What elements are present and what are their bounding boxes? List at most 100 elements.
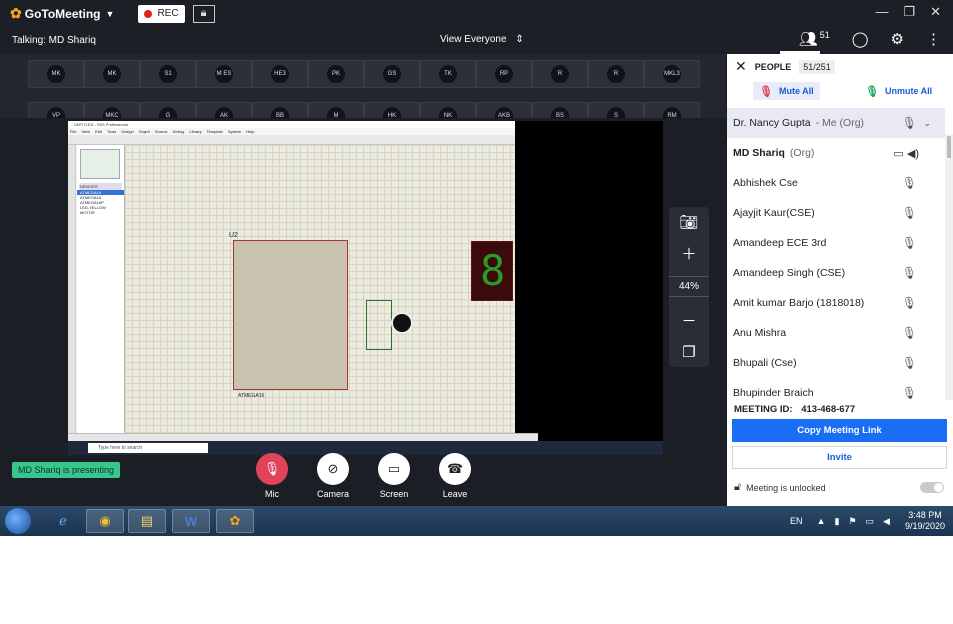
camera-button[interactable]: ⊘ Camera [309, 453, 357, 499]
participant-thumbnail[interactable]: GS [364, 60, 420, 88]
participant-thumbnail[interactable]: RM [644, 102, 700, 118]
language-indicator[interactable]: EN [790, 516, 803, 526]
chrome-icon[interactable]: ◉ [86, 509, 124, 533]
copy-meeting-link-button[interactable]: Copy Meeting Link [732, 419, 947, 442]
participant-thumbnail[interactable]: S1 [140, 60, 196, 88]
invite-button[interactable]: Invite [732, 446, 947, 469]
taskbar-clock[interactable]: 3:48 PM 9/19/2020 [905, 510, 945, 532]
mic-icon: 🎙︎ [865, 85, 879, 98]
participant-thumbnail[interactable]: R [532, 60, 588, 88]
participant-avatar: S [607, 107, 625, 118]
lock-toggle[interactable] [920, 482, 944, 493]
participant-scrollbar[interactable] [945, 134, 953, 400]
file-explorer-icon[interactable]: ▤ [128, 509, 166, 533]
participant-thumbnail[interactable]: HE3 [252, 60, 308, 88]
shared-screen: UNTITLED - ISIS Professional File View Edi… [68, 121, 663, 455]
people-button[interactable]: 👥︎ 51 [799, 30, 830, 48]
participant-thumbnail[interactable]: BS [532, 102, 588, 118]
participant-avatar: M [327, 107, 345, 118]
word-icon[interactable]: W [172, 509, 210, 533]
app-name: GoToMeeting [24, 6, 101, 21]
scrollbar-thumb[interactable] [947, 136, 951, 158]
proteus-window: UNTITLED - ISIS Professional File View Edi… [68, 121, 538, 441]
view-selector-label: View Everyone [440, 34, 507, 45]
participant-thumbnail[interactable]: G [140, 102, 196, 118]
mic-muted-icon[interactable]: 🎙︎ [902, 236, 917, 250]
gear-icon[interactable]: ⚙ [891, 30, 904, 48]
participant-thumbnail[interactable]: PK [308, 60, 364, 88]
participant-row[interactable]: Amandeep Singh (CSE) 🎙︎ [727, 258, 945, 288]
mic-button[interactable]: 🎙︎ Mic [248, 453, 296, 499]
participant-thumbnail[interactable]: MK [28, 60, 84, 88]
participant-row[interactable]: Bhupali (Cse) 🎙︎ [727, 348, 945, 378]
participant-name: MD Shariq [733, 147, 785, 159]
participant-thumbnail[interactable]: BB [252, 102, 308, 118]
chat-icon[interactable]: ◯ [852, 30, 869, 48]
participant-row[interactable]: Abhishek Cse 🎙︎ [727, 168, 945, 198]
volume-icon[interactable]: ◀ [883, 516, 890, 527]
participant-thumbnail[interactable]: RP [476, 60, 532, 88]
participant-thumbnail[interactable]: MKL3 [644, 60, 700, 88]
mic-muted-icon[interactable]: 🎙︎ [902, 386, 917, 400]
mic-muted-icon[interactable]: 🎙︎ [902, 296, 917, 310]
record-label: REC [157, 8, 179, 19]
participant-thumbnail[interactable]: VP [28, 102, 84, 118]
camera-snapshot-icon[interactable]: 📷︎ [679, 213, 698, 231]
view-selector[interactable]: View Everyone ⇕ [440, 34, 524, 45]
unmute-all-button[interactable]: 🎙︎ Unmute All [859, 82, 938, 100]
camera-off-icon: ⊘ [317, 453, 349, 485]
close-window-icon[interactable]: ✕ [930, 4, 941, 20]
flag-icon[interactable]: ⚑ [848, 516, 856, 527]
people-count-badge: 51/251 [799, 59, 835, 74]
participant-thumbnail[interactable]: AK [196, 102, 252, 118]
participant-thumbnail[interactable]: S [588, 102, 644, 118]
participant-thumbnail[interactable]: MKC [84, 102, 140, 118]
restore-icon[interactable]: ❐ [903, 4, 915, 20]
participant-row[interactable]: MD Shariq (Org) ▭ ◀) [727, 138, 945, 168]
participant-avatar: RM [663, 107, 681, 118]
schematic-canvas: U2 ATMEGA16 8 [125, 145, 515, 433]
participant-row[interactable]: Anu Mishra 🎙︎ [727, 318, 945, 348]
leave-button[interactable]: ☎ Leave [431, 453, 479, 499]
participant-row[interactable]: Bhupinder Braich 🎙︎ [727, 378, 945, 400]
app-logo[interactable]: ✿ GoToMeeting ▼ [10, 5, 114, 22]
zoom-in-icon[interactable]: ＋ [681, 243, 696, 264]
monitor-icon[interactable]: ▭ [866, 516, 875, 527]
participant-thumbnail[interactable]: NK [420, 102, 476, 118]
signal-icon[interactable]: ▮ [834, 516, 839, 527]
window-controls: — ❐ ✕ [875, 4, 941, 20]
internet-explorer-icon[interactable]: ℯ [44, 509, 82, 533]
mic-muted-icon[interactable]: 🎙︎ [902, 116, 917, 130]
participant-row[interactable]: Amit kumar Barjo (1818018) 🎙︎ [727, 288, 945, 318]
mute-all-button[interactable]: 🎙︎ Mute All [753, 82, 820, 100]
participant-thumbnail[interactable]: M [308, 102, 364, 118]
mic-muted-icon[interactable]: 🎙︎ [902, 176, 917, 190]
fit-screen-icon[interactable]: ❐ [682, 343, 695, 361]
participant-row[interactable]: Amandeep ECE 3rd 🎙︎ [727, 228, 945, 258]
participant-thumbnail[interactable]: R [588, 60, 644, 88]
proteus-toolbar [68, 135, 515, 145]
participant-row[interactable]: Dr. Nancy Gupta - Me (Org) 🎙︎ ⌄ [727, 108, 945, 138]
chevron-down-icon[interactable]: ⌄ [923, 118, 931, 129]
mic-muted-icon[interactable]: 🎙︎ [902, 266, 917, 280]
mic-muted-icon[interactable]: 🎙︎ [902, 356, 917, 370]
windows-start-icon[interactable] [5, 508, 31, 534]
close-icon[interactable]: ✕ [735, 58, 747, 75]
participant-thumbnail[interactable]: M ES [196, 60, 252, 88]
participant-thumbnail[interactable]: MK [84, 60, 140, 88]
participant-row[interactable]: Ajayjit Kaur(CSE) 🎙︎ [727, 198, 945, 228]
screen-button[interactable]: ▭ Screen [370, 453, 418, 499]
participant-thumbnail[interactable]: TK [420, 60, 476, 88]
mic-muted-icon[interactable]: 🎙︎ [902, 326, 917, 340]
gotomeeting-taskbar-icon[interactable]: ✿ [216, 509, 254, 533]
participant-thumbnail[interactable]: AKB [476, 102, 532, 118]
zoom-out-icon[interactable]: － [681, 310, 696, 331]
record-button[interactable]: REC [138, 4, 185, 23]
more-icon[interactable]: ⋮ [926, 30, 941, 48]
mic-muted-icon[interactable]: 🎙︎ [902, 206, 917, 220]
proteus-menu-item: Template [206, 129, 223, 134]
lock-meeting-button[interactable]: 🔒︎ [192, 4, 215, 23]
minimize-icon[interactable]: — [875, 4, 888, 20]
tray-up-arrow-icon[interactable]: ▲ [817, 516, 826, 526]
participant-thumbnail[interactable]: HK [364, 102, 420, 118]
